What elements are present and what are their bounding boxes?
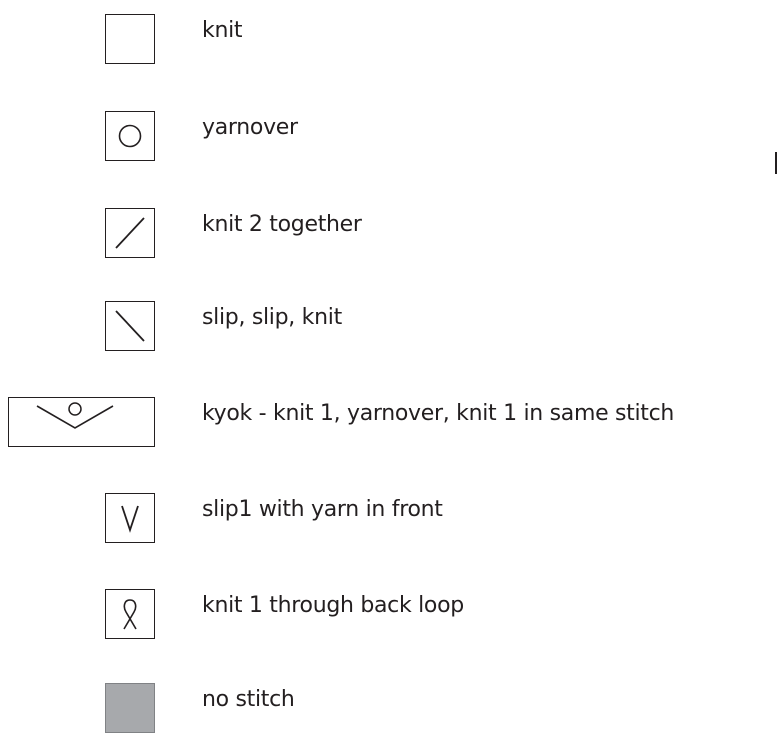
legend-item-no-stitch: no stitch xyxy=(0,683,779,737)
edge-divider xyxy=(775,152,777,174)
kyok-v-circle-icon xyxy=(8,397,155,447)
legend-item-knit-2-together: knit 2 together xyxy=(0,208,779,262)
twisted-loop-icon xyxy=(105,589,155,639)
empty-square-icon xyxy=(105,14,155,64)
legend-item-slip-slip-knit: slip, slip, knit xyxy=(0,301,779,355)
legend-label: yarnover xyxy=(202,115,298,140)
legend-label: slip1 with yarn in front xyxy=(202,497,443,522)
legend-item-knit-tbl: knit 1 through back loop xyxy=(0,589,779,643)
legend-item-yarnover: yarnover xyxy=(0,111,779,165)
legend-label: no stitch xyxy=(202,687,295,712)
legend-item-knit: knit xyxy=(0,14,779,68)
legend-item-slip1-wyif: slip1 with yarn in front xyxy=(0,493,779,547)
back-slash-icon xyxy=(105,301,155,351)
legend-label: slip, slip, knit xyxy=(202,305,342,330)
forward-slash-icon xyxy=(105,208,155,258)
legend-label: knit 1 through back loop xyxy=(202,593,464,618)
legend-label: knit xyxy=(202,18,243,43)
legend-item-kyok: kyok - knit 1, yarnover, knit 1 in same … xyxy=(0,397,779,451)
circle-in-square-icon xyxy=(105,111,155,161)
legend-label: knit 2 together xyxy=(202,212,362,237)
legend-label: kyok - knit 1, yarnover, knit 1 in same … xyxy=(202,401,675,426)
v-letter-icon xyxy=(105,493,155,543)
gray-square-icon xyxy=(105,683,155,733)
